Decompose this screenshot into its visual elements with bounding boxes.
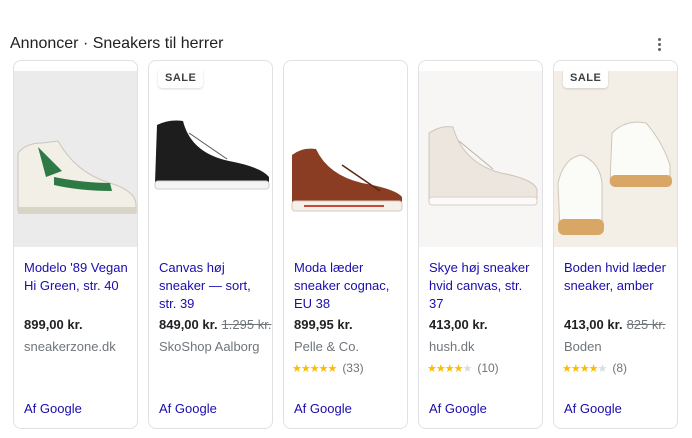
star-rating-icon: ★★★★★ xyxy=(292,363,337,375)
store-name: SkoShop Aalborg xyxy=(159,339,260,354)
store-name: sneakerzone.dk xyxy=(24,339,116,354)
product-card[interactable]: SALE Canvas høj sneaker — sort, str. 39 … xyxy=(148,60,273,429)
by-google-link[interactable]: Af Google xyxy=(294,401,352,416)
price: 413,00 kr. xyxy=(564,317,623,332)
product-card[interactable]: Moda læder sneaker cognac, EU 38 899,95 … xyxy=(283,60,408,429)
by-google-link[interactable]: Af Google xyxy=(429,401,487,416)
ads-title: Annoncer · Sneakers til herrer xyxy=(10,35,224,52)
product-title[interactable]: Modelo '89 Vegan Hi Green, str. 40 xyxy=(24,259,134,295)
rating: ★★★★★ (10) xyxy=(427,361,499,375)
store-name: Pelle & Co. xyxy=(294,339,360,354)
price: 899,95 kr. xyxy=(294,317,353,332)
price-row: 849,00 kr. 1.295 kr. xyxy=(159,317,271,332)
product-image xyxy=(284,71,407,247)
product-card[interactable]: Skye høj sneaker hvid canvas, str. 37 41… xyxy=(418,60,543,429)
by-google-link[interactable]: Af Google xyxy=(564,401,622,416)
product-image xyxy=(14,71,137,247)
store-name: hush.dk xyxy=(429,339,475,354)
star-rating-icon: ★★★★★ xyxy=(562,363,607,375)
product-image xyxy=(149,71,272,247)
star-rating-icon: ★★★★★ xyxy=(427,363,472,375)
product-card[interactable]: Modelo '89 Vegan Hi Green, str. 40 899,0… xyxy=(13,60,138,429)
by-google-link[interactable]: Af Google xyxy=(159,401,217,416)
more-options-icon[interactable] xyxy=(649,34,669,54)
review-count: (8) xyxy=(612,361,627,375)
price: 849,00 kr. xyxy=(159,317,218,332)
product-title[interactable]: Moda læder sneaker cognac, EU 38 xyxy=(294,259,404,313)
price-row: 413,00 kr. xyxy=(429,317,492,332)
old-price: 825 kr. xyxy=(626,317,666,332)
rating: ★★★★★ (8) xyxy=(562,361,627,375)
sale-badge: SALE xyxy=(158,68,204,88)
by-google-link[interactable]: Af Google xyxy=(24,401,82,416)
product-title[interactable]: Skye høj sneaker hvid canvas, str. 37 xyxy=(429,259,539,313)
sale-badge: SALE xyxy=(563,68,609,88)
price-row: 899,00 kr. xyxy=(24,317,87,332)
old-price: 1.295 kr. xyxy=(221,317,272,332)
price-row: 899,95 kr. xyxy=(294,317,357,332)
product-image xyxy=(554,71,677,247)
rating: ★★★★★ (33) xyxy=(292,361,364,375)
product-image xyxy=(419,71,542,247)
product-title[interactable]: Canvas høj sneaker — sort, str. 39 xyxy=(159,259,269,313)
price: 413,00 kr. xyxy=(429,317,488,332)
ads-header: Annoncer · Sneakers til herrer xyxy=(10,34,682,54)
price-row: 413,00 kr. 825 kr. xyxy=(564,317,666,332)
review-count: (10) xyxy=(477,361,499,375)
product-card[interactable]: SALE Boden hvid læder sneaker, amber 413… xyxy=(553,60,678,429)
review-count: (33) xyxy=(342,361,364,375)
product-title[interactable]: Boden hvid læder sneaker, amber xyxy=(564,259,674,295)
store-name: Boden xyxy=(564,339,602,354)
price: 899,00 kr. xyxy=(24,317,83,332)
